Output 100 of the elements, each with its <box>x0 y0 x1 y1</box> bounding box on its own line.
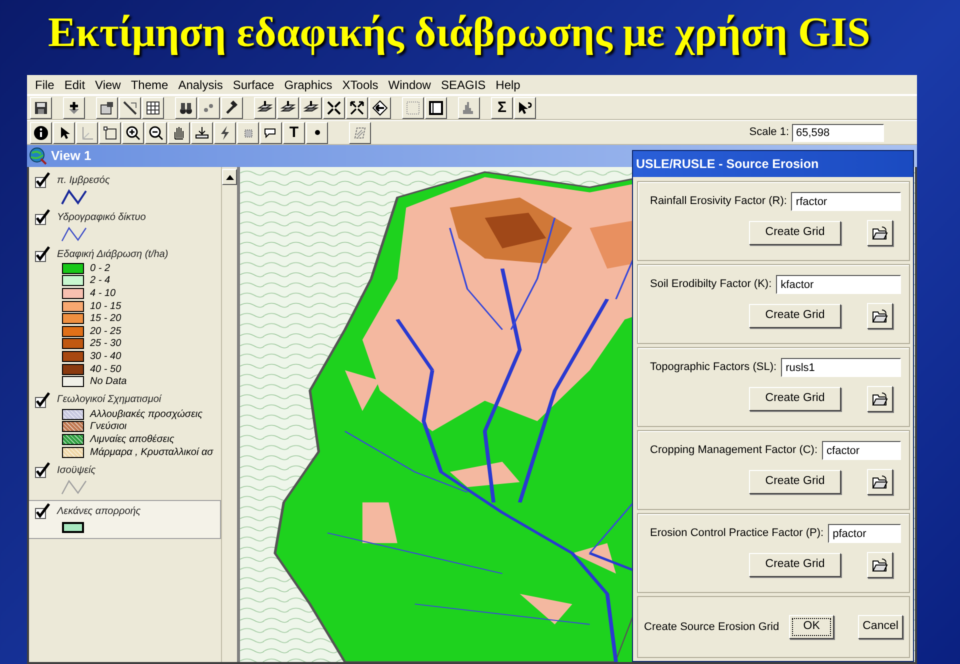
toolbar-button[interactable] <box>277 96 299 118</box>
layer-entry[interactable]: Ισοϋψείς <box>29 461 221 498</box>
toolbar-button[interactable] <box>214 122 236 144</box>
toolbar-button[interactable] <box>221 96 243 118</box>
checkbox-checked[interactable] <box>35 172 51 188</box>
open-folder-button[interactable] <box>867 552 893 578</box>
toolbar-button[interactable] <box>145 122 167 144</box>
menu-item[interactable]: Help <box>492 76 524 94</box>
folder-icon <box>872 475 888 489</box>
info-icon <box>33 124 49 140</box>
menu-item[interactable]: File <box>31 76 58 94</box>
class-label: 20 - 25 <box>90 324 122 339</box>
create-grid-button[interactable]: Create Grid <box>749 553 841 577</box>
up-arrow-icon <box>226 174 234 180</box>
menu-item[interactable]: SEAGIS <box>436 76 490 94</box>
input-field[interactable]: pfactor <box>828 524 901 543</box>
toolbar-button[interactable] <box>369 96 391 118</box>
layer-entry[interactable]: Εδαφική Διάβρωση (t/ha) 0 - 2 2 - 4 4 - 10 10 - 15 15 - 20 20 - 25 25 - 30 30 - 40 40 - 50 No Data <box>29 245 221 391</box>
toolbar-button[interactable] <box>425 96 447 118</box>
toolbar-button[interactable] <box>175 96 197 118</box>
toolbar-button[interactable] <box>254 96 276 118</box>
class-label: No Data <box>90 375 127 390</box>
dotted-frame-icon <box>405 100 421 116</box>
menu-item[interactable]: Graphics <box>280 76 336 94</box>
layer-name[interactable]: Ισοϋψείς <box>57 462 96 478</box>
input-field[interactable]: cfactor <box>822 441 901 460</box>
zoom-out-icon <box>148 124 164 140</box>
layer-name[interactable]: Υδρογραφικό δίκτυο <box>57 210 146 224</box>
create-grid-button[interactable]: Create Grid <box>749 304 841 328</box>
menu-item[interactable]: Surface <box>228 76 278 94</box>
create-grid-button[interactable]: Create Grid <box>749 470 841 494</box>
toolbar-button[interactable] <box>260 122 282 144</box>
menu-item[interactable]: View <box>91 76 125 94</box>
scale-field[interactable]: 65,598 <box>792 124 884 142</box>
menu-item[interactable]: Edit <box>60 76 90 94</box>
toolbar-button[interactable] <box>237 122 259 144</box>
toolbar-button[interactable] <box>300 96 322 118</box>
toolbar-button[interactable] <box>402 96 424 118</box>
cancel-button[interactable]: Cancel <box>858 615 903 639</box>
input-field[interactable]: rfactor <box>790 192 901 211</box>
toolbar-button[interactable] <box>458 96 480 118</box>
dot-icon <box>314 130 320 135</box>
checkbox-checked[interactable] <box>35 246 51 262</box>
toolbar-button[interactable] <box>198 96 220 118</box>
toolbar-button[interactable] <box>514 96 536 118</box>
toolbar-button[interactable] <box>122 122 144 144</box>
folder-icon <box>872 392 888 406</box>
scroll-up-button[interactable] <box>222 169 237 185</box>
toolbar-button[interactable]: T <box>283 122 305 144</box>
input-field[interactable]: kfactor <box>776 275 901 294</box>
toolbar-button[interactable] <box>349 122 371 144</box>
globe-icon <box>29 147 47 165</box>
class-label: 10 - 15 <box>90 300 122 314</box>
scale-label: Scale 1: <box>749 125 789 140</box>
checkbox-checked[interactable] <box>35 462 51 478</box>
toolbar-button[interactable] <box>53 122 75 144</box>
toolbar-button[interactable] <box>63 96 85 118</box>
ok-button[interactable]: OK <box>789 615 834 639</box>
layer-name[interactable]: Λεκάνες απορροής <box>57 504 141 519</box>
input-field[interactable]: rusls1 <box>780 358 901 377</box>
checkbox-checked[interactable] <box>35 392 51 408</box>
checkbox-checked[interactable] <box>35 503 51 520</box>
folder-icon <box>872 226 888 240</box>
field-label: Topographic Factors (SL): <box>650 360 777 376</box>
checkbox-checked[interactable] <box>35 209 51 225</box>
layer-name[interactable]: Εδαφική Διάβρωση (t/ha) <box>57 246 168 262</box>
class-label: 40 - 50 <box>90 362 122 377</box>
toolbar-button[interactable] <box>96 96 118 118</box>
toolbar-button[interactable] <box>306 122 328 144</box>
layer-name[interactable]: Γεωλογικοί Σχηματισμοί <box>57 392 162 408</box>
toolbar-button[interactable] <box>30 122 52 144</box>
create-grid-button[interactable]: Create Grid <box>749 221 841 245</box>
open-folder-button[interactable] <box>867 220 893 246</box>
toolbar-button[interactable] <box>323 96 345 118</box>
class-label: 25 - 30 <box>90 337 122 352</box>
shrink-arrows-icon <box>326 100 342 116</box>
toolbar-button[interactable] <box>99 122 121 144</box>
field-label: Erosion Control Practice Factor (P): <box>650 526 824 542</box>
layer-name[interactable]: π. Ιμβρεσός <box>57 172 110 188</box>
active-layer-entry[interactable]: Λεκάνες απορροής <box>29 500 221 540</box>
open-folder-button[interactable] <box>867 303 893 329</box>
open-folder-button[interactable] <box>867 469 893 495</box>
layer-entry[interactable]: π. Ιμβρεσός <box>29 171 221 208</box>
layer-entry[interactable]: Υδρογραφικό δίκτυο <box>29 208 221 245</box>
menu-item[interactable]: Theme <box>126 76 172 94</box>
menu-item[interactable]: Window <box>384 76 435 94</box>
toolbar-button[interactable] <box>191 122 213 144</box>
toolbar-button[interactable] <box>168 122 190 144</box>
toolbar-button[interactable] <box>30 96 52 118</box>
layer-entry[interactable]: Γεωλογικοί Σχηματισμοί Αλλουβιακές προσχώσεις Γνεύσιοι Λιμναίες αποθέσεις Μάρμαρα , Κρυσταλλικοί ασ <box>29 390 221 462</box>
create-grid-button[interactable]: Create Grid <box>749 387 841 411</box>
toolbar-button[interactable] <box>119 96 141 118</box>
menu-item[interactable]: Analysis <box>174 76 227 94</box>
open-folder-button[interactable] <box>867 386 893 412</box>
hammer-icon <box>224 100 240 116</box>
toolbar-button[interactable]: Σ <box>491 96 513 118</box>
toolbar-button[interactable] <box>142 96 164 118</box>
toolbar-button[interactable] <box>76 122 98 144</box>
menu-item[interactable]: XTools <box>338 76 382 94</box>
toolbar-button[interactable] <box>346 96 368 118</box>
